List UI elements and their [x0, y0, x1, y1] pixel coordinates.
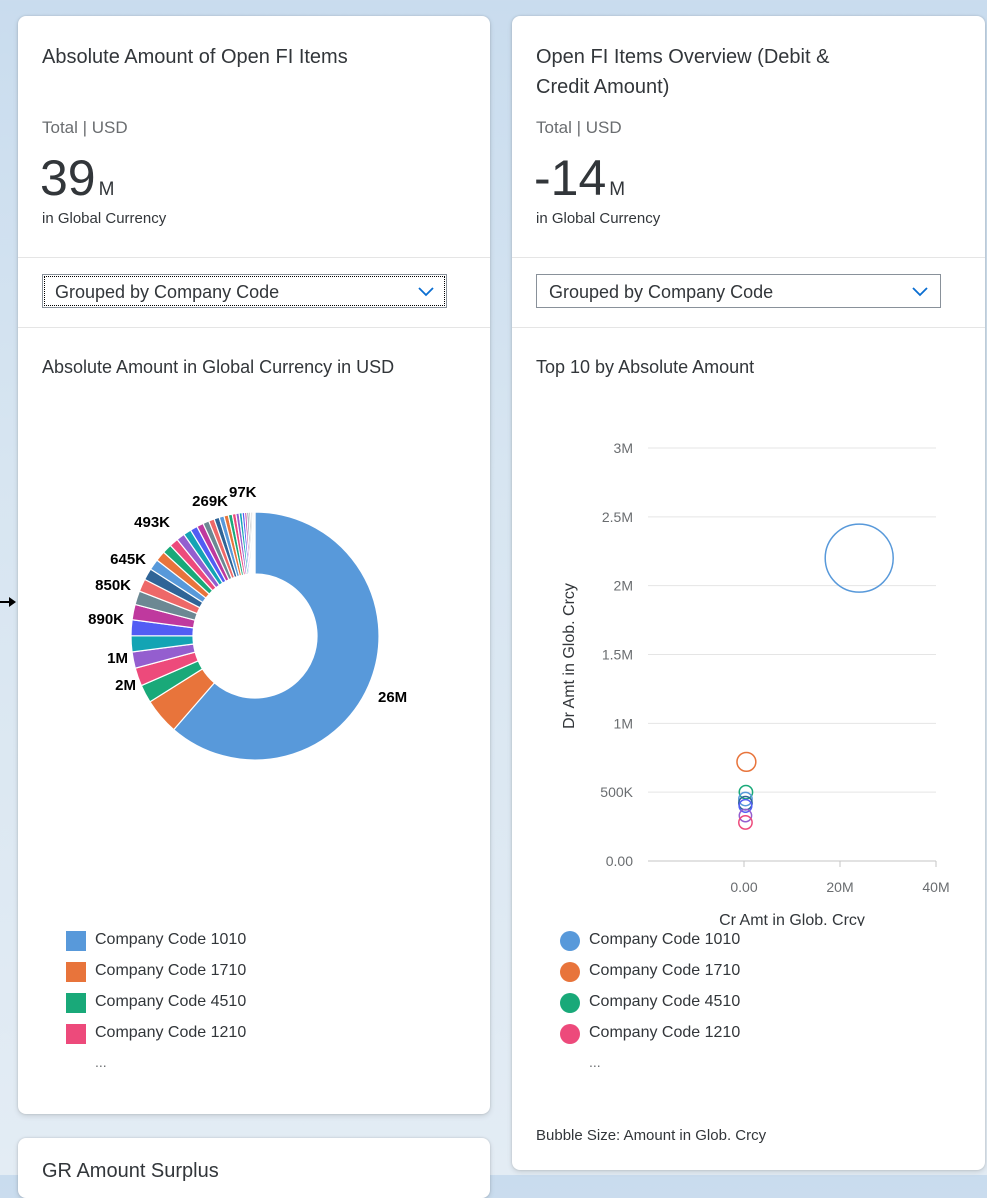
arrow-pointer-icon [0, 597, 16, 607]
kpi-number: -14 [534, 150, 607, 206]
bubble-size-note: Bubble Size: Amount in Glob. Crcy [536, 1127, 767, 1144]
legend-swatch [66, 962, 86, 982]
bubble[interactable] [736, 751, 757, 773]
group-by-select[interactable]: Grouped by Company Code [536, 274, 941, 308]
bubble[interactable] [824, 523, 894, 593]
legend-label: Company Code 1710 [95, 962, 247, 979]
legend-more[interactable]: ... [589, 1054, 601, 1070]
x-tick-label: 40M [922, 879, 949, 895]
data-label: 1M [107, 650, 128, 667]
x-tick-label: 0.00 [730, 879, 757, 895]
donut-chart[interactable]: 26M 2M 1M 890K 850K 645K 493K 269K97K [18, 416, 490, 836]
kpi-number: 39 [40, 150, 96, 206]
data-label: 850K [95, 577, 131, 594]
legend-more[interactable]: ... [95, 1054, 107, 1070]
kpi-unit: M [609, 179, 626, 200]
y-tick-label: 0.00 [606, 853, 633, 869]
bubble-chart[interactable]: 0.00 500K 1M 1.5M 2M 2.5M 3M 0.00 20M 40M Cr Amt i… [512, 406, 985, 926]
x-tick-label: 20M [826, 879, 853, 895]
card-title: Open FI Items Overview (Debit & Credit A… [536, 46, 830, 98]
legend-swatch [66, 1024, 86, 1044]
legend-swatch [560, 962, 580, 982]
card-title: GR Amount Surplus [42, 1160, 219, 1182]
legend-swatch [560, 1024, 580, 1044]
group-by-select[interactable]: Grouped by Company Code [42, 274, 447, 308]
card-header[interactable]: Open FI Items Overview (Debit & Credit A… [512, 16, 985, 258]
chart-title: Absolute Amount in Global Currency in US… [42, 357, 395, 377]
y-tick-label: 2M [614, 578, 633, 594]
group-select-row: Grouped by Company Code [18, 258, 490, 328]
kpi-unit: M [98, 179, 115, 200]
group-by-select-value: Grouped by Company Code [55, 282, 280, 302]
card-subtitle: Total | USD [42, 118, 128, 137]
card-header[interactable]: Absolute Amount of Open FI Items Total |… [18, 16, 490, 258]
legend-label: Company Code 1010 [589, 931, 741, 948]
data-label: 26M [378, 689, 407, 706]
chart-title: Top 10 by Absolute Amount [536, 357, 755, 377]
legend-label: Company Code 1010 [95, 931, 247, 948]
data-label: 645K [110, 551, 146, 568]
legend-label: Company Code 1710 [589, 962, 741, 979]
y-tick-label: 500K [600, 784, 633, 800]
legend-label: Company Code 4510 [589, 993, 741, 1010]
card-subtitle: Total | USD [536, 118, 622, 137]
y-tick-label: 1M [614, 715, 633, 731]
y-tick-label: 1.5M [602, 647, 633, 663]
legend-label: Company Code 1210 [95, 1024, 247, 1041]
open-fi-items-overview-card[interactable]: Open FI Items Overview (Debit & Credit A… [512, 16, 985, 1170]
gr-amount-surplus-card[interactable]: GR Amount Surplus [18, 1138, 490, 1198]
chevron-down-icon[interactable] [910, 283, 930, 299]
y-tick-label: 3M [614, 440, 633, 456]
legend-label: Company Code 1210 [589, 1024, 741, 1041]
y-axis-title: Dr Amt in Glob. Crcy [561, 583, 578, 729]
legend-swatch [560, 993, 580, 1013]
legend-swatch [66, 931, 86, 951]
legend-swatch [66, 993, 86, 1013]
group-by-select-value: Grouped by Company Code [549, 282, 774, 302]
legend-label: Company Code 4510 [95, 993, 247, 1010]
data-label: 890K [88, 611, 124, 628]
legend-swatch [560, 931, 580, 951]
kpi-description: in Global Currency [42, 210, 167, 227]
card-title: Absolute Amount of Open FI Items [42, 46, 348, 68]
data-label: 269K [192, 493, 228, 510]
chevron-down-icon[interactable] [416, 283, 436, 299]
x-axis-title: Cr Amt in Glob. Crcy [719, 912, 865, 926]
data-label: 97K [229, 484, 257, 501]
y-tick-label: 2.5M [602, 509, 633, 525]
group-select-row: Grouped by Company Code [512, 258, 985, 328]
data-label: 2M [115, 677, 136, 694]
absolute-amount-card[interactable]: Absolute Amount of Open FI Items Total |… [18, 16, 490, 1114]
donut-slice[interactable] [253, 511, 256, 575]
kpi-description: in Global Currency [536, 210, 661, 227]
data-label: 493K [134, 514, 170, 531]
